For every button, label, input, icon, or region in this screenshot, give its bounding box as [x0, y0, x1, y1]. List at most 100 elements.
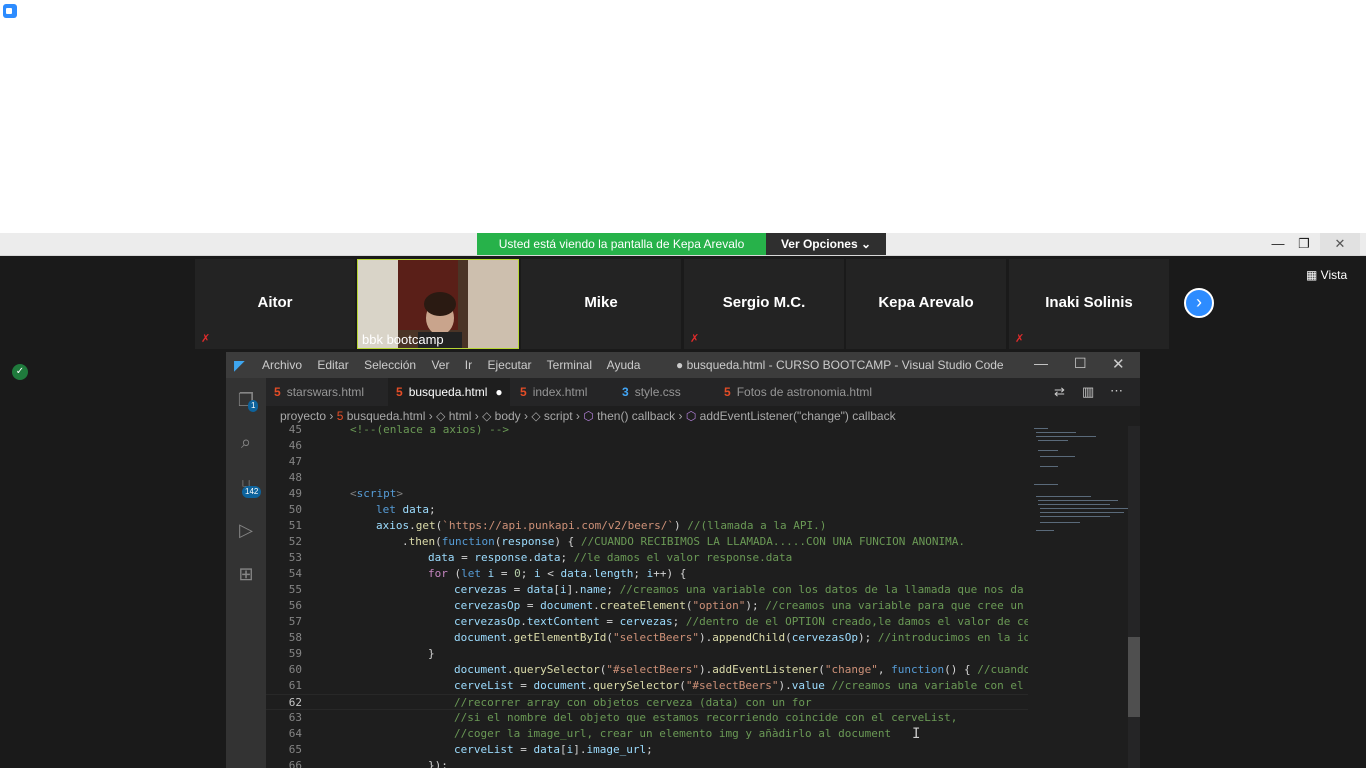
menu-item[interactable]: Selección — [364, 358, 416, 372]
line-number: 49 — [288, 487, 302, 500]
participant-video-tile[interactable]: bbk bootcamp — [357, 259, 519, 349]
participant-tile[interactable]: Mike — [521, 259, 681, 349]
line-number: 65 — [288, 743, 302, 756]
text-cursor-icon: I — [912, 726, 921, 742]
breadcrumb-item[interactable]: proyecto — [280, 409, 326, 423]
line-number: 48 — [288, 471, 302, 484]
tab-index[interactable]: 5 index.html — [512, 378, 612, 406]
vscode-titlebar: ◤ Archivo Editar Selección Ver Ir Ejecut… — [226, 352, 1140, 378]
restore-icon[interactable]: ❐ — [1288, 233, 1320, 255]
compare-icon[interactable]: ⇄ — [1054, 384, 1065, 400]
grid-icon: ▦ — [1306, 268, 1321, 282]
code-line: 53 data = response.data; //le damos el va… — [266, 550, 1028, 566]
code-line-current: 62//recorrer array con objetos cerveza (… — [266, 694, 1028, 710]
tab-label: starswars.html — [286, 385, 365, 399]
muted-mic-icon: ✗ — [1015, 333, 1025, 345]
tag-icon: ◇ — [436, 409, 446, 423]
line-number: 45 — [288, 423, 302, 436]
breadcrumb-item[interactable]: addEventListener("change") callback — [700, 409, 896, 423]
scrollbar-thumb[interactable] — [1128, 637, 1140, 717]
menu-item[interactable]: Ver — [431, 358, 449, 372]
zoom-logo-icon — [3, 4, 17, 18]
participant-tile[interactable]: Kepa Arevalo — [846, 259, 1006, 349]
line-number: 56 — [288, 599, 302, 612]
css-icon: 3 — [622, 385, 629, 399]
split-editor-icon[interactable]: ▥ — [1082, 384, 1094, 400]
line-number: 54 — [288, 567, 302, 580]
menu-item[interactable]: Ir — [465, 358, 472, 372]
participant-name: Mike — [584, 294, 618, 311]
line-number: 50 — [288, 503, 302, 516]
close-icon[interactable]: ✕ — [1112, 355, 1125, 373]
menu-bar: Archivo Editar Selección Ver Ir Ejecutar… — [262, 358, 652, 372]
breadcrumb-item[interactable]: html — [449, 409, 472, 423]
participant-tile[interactable]: Sergio M.C. ✗ — [684, 259, 844, 349]
tag-icon: ◇ — [482, 409, 492, 423]
code-line: 59} — [266, 646, 1028, 662]
html-icon: 5 — [274, 385, 281, 399]
menu-item[interactable]: Ejecutar — [487, 358, 531, 372]
tab-starswars[interactable]: 5 starswars.html — [266, 378, 384, 406]
html-icon: 5 — [520, 385, 527, 399]
code-line: 65 cerveList = data[i].image_url; — [266, 742, 1028, 758]
menu-item[interactable]: Archivo — [262, 358, 302, 372]
close-icon[interactable]: ✕ — [1320, 233, 1360, 255]
more-actions-icon[interactable]: ⋯ — [1110, 383, 1123, 399]
code-line: 49 <script> — [266, 486, 1028, 502]
participant-tile[interactable]: Aitor ✗ — [195, 259, 355, 349]
method-icon: ⬡ — [685, 409, 697, 423]
chevron-down-icon: ⌄ — [860, 237, 872, 251]
code-line: 58 document.getElementById("selectBeers")… — [266, 630, 1030, 646]
html-icon: 5 — [396, 385, 403, 399]
breadcrumb-item[interactable]: busqueda.html — [347, 409, 426, 423]
line-number: 57 — [288, 615, 302, 628]
next-page-button[interactable]: › — [1184, 288, 1214, 318]
breadcrumb-item[interactable]: script — [544, 409, 573, 423]
tab-style[interactable]: 3 style.css — [614, 378, 714, 406]
participant-tile[interactable]: Inaki Solinis ✗ — [1009, 259, 1169, 349]
line-number: 59 — [288, 647, 302, 660]
breadcrumb-item[interactable]: body — [495, 409, 521, 423]
minimap[interactable] — [1028, 426, 1128, 768]
code-line: 46 — [266, 438, 1028, 454]
line-number: 47 — [288, 455, 302, 468]
tab-label: Fotos de astronomia.html — [736, 385, 873, 399]
breadcrumb-item[interactable]: then() callback — [597, 409, 675, 423]
unsaved-dot-icon[interactable]: ● — [495, 385, 502, 399]
extensions-icon[interactable]: ⊞ — [234, 562, 258, 586]
tab-busqueda[interactable]: 5 busqueda.html ● — [388, 378, 510, 406]
code-line: 52 .then(function(response) { //CUANDO RE… — [266, 534, 1028, 550]
line-number: 62 — [288, 696, 302, 709]
view-button-label: Vista — [1320, 268, 1348, 282]
security-shield-icon[interactable]: ✓ — [12, 364, 28, 380]
view-button[interactable]: ▦ Vista — [1306, 268, 1347, 282]
code-line: 66}); — [266, 758, 1028, 768]
chevron-right-icon: › — [1196, 292, 1202, 312]
maximize-icon[interactable]: ☐ — [1074, 355, 1087, 372]
menu-item[interactable]: Editar — [317, 358, 348, 372]
participant-name: Inaki Solinis — [1045, 294, 1133, 311]
editor-tabs: 5 starswars.html 5 busqueda.html ● 5 index.h… — [266, 378, 1140, 406]
tab-fotos[interactable]: 5 Fotos de astronomia.html — [716, 378, 892, 406]
window-title: ● busqueda.html - CURSO BOOTCAMP - Visua… — [676, 358, 1004, 372]
vscode-window: ◤ Archivo Editar Selección Ver Ir Ejecut… — [226, 352, 1140, 768]
line-number: 66 — [288, 759, 302, 768]
search-icon[interactable]: ⌕ — [234, 430, 258, 454]
view-options-button[interactable]: Ver Opciones ⌄ — [766, 233, 886, 255]
html-icon: 5 — [724, 385, 731, 399]
run-debug-icon[interactable]: ▷ — [234, 518, 258, 542]
code-line: 57 cervezasOp.textContent = cervezas; //d… — [266, 614, 1037, 630]
menu-item[interactable]: Terminal — [547, 358, 592, 372]
participant-name: bbk bootcamp — [362, 332, 444, 347]
tab-label: index.html — [532, 385, 588, 399]
minimize-icon[interactable]: — — [1034, 355, 1048, 371]
code-editor[interactable]: 45 <!--(enlace a axios) --> 46 47 48 49 <s… — [266, 423, 1037, 768]
line-number: 61 — [288, 679, 302, 692]
source-control-badge: 142 — [242, 486, 262, 498]
menu-item[interactable]: Ayuda — [607, 358, 641, 372]
view-options-label: Ver Opciones — [780, 237, 858, 251]
line-number: 55 — [288, 583, 302, 596]
screen-share-banner: Usted está viendo la pantalla de Kepa Ar… — [477, 233, 766, 255]
line-number: 51 — [288, 519, 302, 532]
tag-icon: ◇ — [531, 409, 541, 423]
